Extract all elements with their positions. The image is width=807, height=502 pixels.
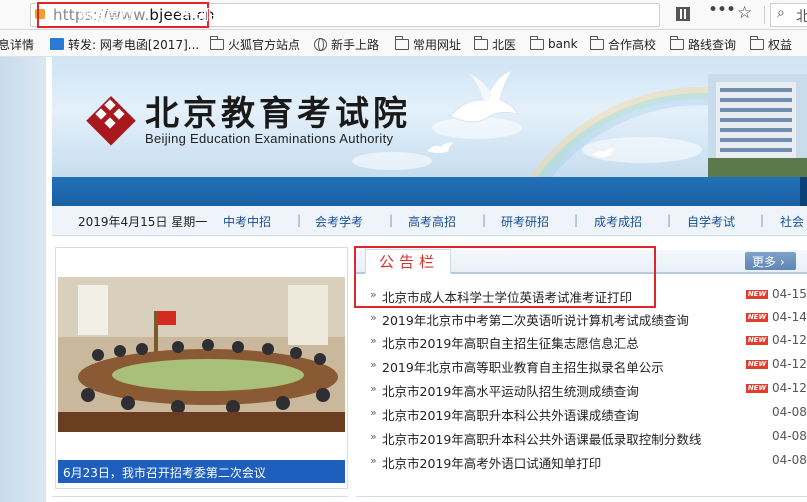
toolbar-divider (764, 6, 765, 24)
chevron-right-icon: › (779, 255, 785, 269)
subnav-divider: | (760, 213, 765, 227)
announcement-date: 04-08 (772, 429, 807, 443)
announcement-row[interactable]: » 北京市2019年高水平运动队招生统测成绩查询 NEW 04-12 (370, 378, 807, 400)
subnav-item[interactable]: 研考研招 (501, 213, 549, 230)
nav-service-hall[interactable]: 服务大厅 (293, 5, 349, 25)
page-actions-menu-icon[interactable]: ••• (708, 2, 736, 19)
bookmark-folder[interactable]: 火狐官方站点 (209, 35, 300, 52)
announcement-link[interactable]: 2019年北京市中考第二次英语听说计算机考试成绩查询 (382, 310, 689, 329)
subnav-item[interactable]: 成考成招 (594, 213, 642, 230)
subnav-divider: | (389, 213, 394, 227)
search-icon: ⌕ (777, 5, 785, 21)
announcement-date: 04-15 (772, 287, 807, 301)
folder-icon (669, 35, 684, 50)
double-chevron-icon: » (370, 430, 377, 443)
double-chevron-icon: » (370, 358, 377, 371)
announcement-date: 04-08 (772, 405, 807, 419)
double-chevron-icon: » (370, 334, 377, 347)
nav-edge (800, 177, 807, 206)
panel-divider (52, 496, 348, 502)
qr-code-icon[interactable] (676, 7, 690, 21)
announcement-row[interactable]: » 北京市2019年高考外语口试通知单打印 04-08 (370, 450, 807, 472)
more-button[interactable]: 更多 › (745, 252, 796, 270)
current-date: 2019年4月15日 星期一 (78, 215, 208, 229)
double-chevron-icon: » (370, 454, 377, 467)
announcement-date: 04-08 (772, 453, 807, 467)
new-badge: NEW (746, 384, 768, 393)
subnav-divider: | (574, 213, 579, 227)
subnav-divider: | (667, 213, 672, 227)
site-title: 北京教育考试院 (145, 94, 411, 134)
subnav-item[interactable]: 高考高招 (408, 213, 456, 230)
announcement-link[interactable]: 北京市2019年高职升本科公共外语课成绩查询 (382, 405, 639, 424)
announcement-link[interactable]: 2019年北京市高等职业教育自主招生拟录名单公示 (382, 357, 664, 376)
panel-divider (356, 496, 807, 502)
cloud-decoration (352, 152, 432, 170)
announcement-row[interactable]: » 北京市2019年高职自主招生征集志愿信息汇总 NEW 04-12 (370, 330, 807, 352)
nav-home[interactable]: 网站首页 (78, 5, 134, 25)
globe-icon (314, 37, 327, 51)
subnav-item[interactable]: 会考学考 (315, 213, 363, 230)
bookmark-item[interactable]: 新手上路 (314, 36, 379, 52)
announcement-date: 04-14 (772, 310, 807, 324)
announcement-row[interactable]: » 2019年北京市中考第二次英语听说计算机考试成绩查询 NEW 04-14 (370, 307, 807, 329)
mail-favicon-icon (50, 38, 64, 50)
building-image (708, 74, 807, 177)
announcement-date: 04-12 (772, 381, 807, 395)
bookmark-folder[interactable]: 路线查询 (669, 35, 736, 52)
announcement-date: 04-12 (772, 357, 807, 371)
announcement-link[interactable]: 北京市2019年高职升本科公共外语课最低录取控制分数线 (382, 429, 701, 448)
bookmark-star-icon[interactable]: ☆ (737, 5, 752, 22)
double-chevron-icon: » (370, 382, 377, 395)
announcement-row[interactable]: » 北京市2019年高职升本科公共外语课成绩查询 04-08 (370, 402, 807, 424)
subnav-divider: | (482, 213, 487, 227)
announcement-date: 04-12 (772, 333, 807, 347)
bookmark-folder[interactable]: 权益 (749, 35, 792, 52)
folder-icon (473, 35, 488, 50)
photo-caption[interactable]: 6月23日，我市召开招考委第二次会议 (58, 460, 345, 483)
new-badge: NEW (746, 290, 768, 299)
meeting-photo[interactable] (58, 277, 345, 432)
subnav-item[interactable]: 社会 (780, 213, 804, 230)
site-subtitle: Beijing Education Examinations Authority (145, 131, 394, 146)
announcement-highlight-box (354, 246, 656, 308)
announcement-row[interactable]: » 北京市2019年高职升本科公共外语课最低录取控制分数线 04-08 (370, 426, 807, 448)
bookmark-folder[interactable]: 合作高校 (589, 35, 656, 52)
bookmark-folder[interactable]: bank (529, 35, 578, 52)
subnav-divider: | (297, 213, 302, 227)
dove-icon (427, 142, 453, 153)
nav-regulations[interactable]: 相关法规 (394, 5, 450, 25)
announcement-row[interactable]: » 2019年北京市高等职业教育自主招生拟录名单公示 NEW 04-12 (370, 354, 807, 376)
subnav-item[interactable]: 中考中招 (223, 213, 271, 230)
subnav-item[interactable]: 自学考试 (687, 213, 735, 230)
announcement-link[interactable]: 北京市2019年高职自主招生征集志愿信息汇总 (382, 333, 639, 352)
bookmarks-toolbar: 息详情 转发: 网考电函[2017]... 火狐官方站点 新手上路 常用网址 北… (0, 30, 807, 57)
double-chevron-icon: » (370, 311, 377, 324)
new-badge: NEW (746, 313, 768, 322)
bookmark-item[interactable]: 息详情 (0, 36, 34, 52)
folder-icon (529, 35, 544, 50)
dove-icon (449, 69, 520, 123)
folder-icon (589, 35, 604, 50)
dove-icon (592, 148, 614, 157)
main-navigation (52, 177, 807, 206)
folder-icon (209, 35, 224, 50)
folder-icon (394, 35, 409, 50)
announcement-link[interactable]: 北京市2019年高考外语口试通知单打印 (382, 453, 601, 472)
new-badge: NEW (746, 360, 768, 369)
nav-about[interactable]: 考试院简介 (178, 5, 248, 25)
bookmark-folder[interactable]: 常用网址 (394, 35, 461, 52)
folder-icon (749, 35, 764, 50)
announcement-link[interactable]: 北京市2019年高水平运动队招生统测成绩查询 (382, 381, 639, 400)
new-badge: NEW (746, 336, 768, 345)
double-chevron-icon: » (370, 406, 377, 419)
bookmark-folder[interactable]: 北医 (473, 35, 516, 52)
bookmark-item[interactable]: 转发: 网考电函[2017]... (50, 36, 199, 52)
search-input-text[interactable]: 北 (796, 6, 807, 26)
site-logo[interactable] (84, 94, 138, 148)
